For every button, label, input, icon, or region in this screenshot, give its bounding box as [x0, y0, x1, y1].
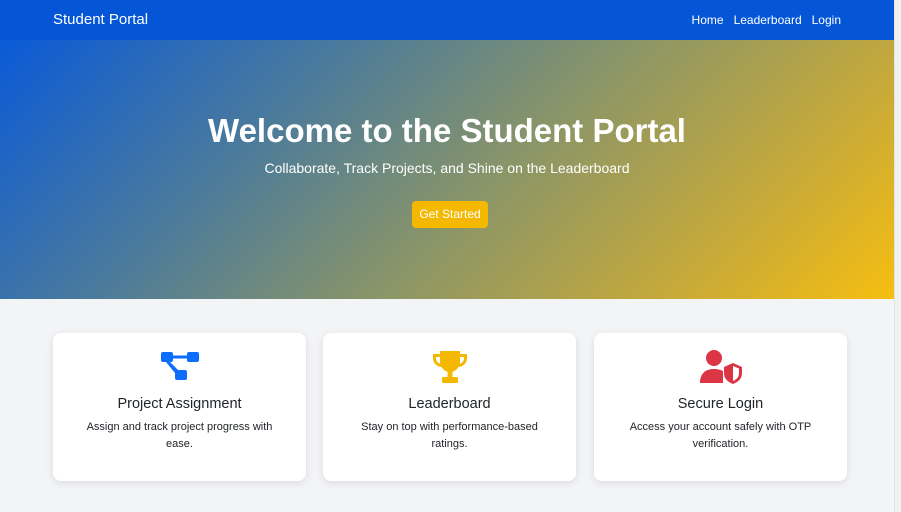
hero-title: Welcome to the Student Portal: [208, 112, 686, 149]
feature-description: Assign and track project progress with e…: [86, 421, 273, 450]
nav-links: Home Leaderboard Login: [692, 13, 841, 27]
feature-title: Project Assignment: [117, 396, 242, 412]
nav-link-home[interactable]: Home: [692, 13, 724, 27]
feature-description: Access your account safely with OTP veri…: [629, 421, 812, 450]
hero-subtitle: Collaborate, Track Projects, and Shine o…: [264, 160, 630, 176]
feature-title: Leaderboard: [408, 396, 491, 412]
scrollbar[interactable]: [894, 0, 901, 512]
navbar: Student Portal Home Leaderboard Login: [0, 0, 894, 40]
nav-link-login[interactable]: Login: [812, 13, 841, 27]
feature-description: Stay on top with performance-based ratin…: [361, 421, 538, 450]
hero-section: Welcome to the Student Portal Collaborat…: [0, 40, 894, 299]
feature-title: Secure Login: [677, 396, 764, 412]
project-diagram-icon: [53, 349, 306, 385]
feature-card-leaderboard: Leaderboard Stay on top with performance…: [323, 333, 576, 481]
feature-card-project-assignment: Project Assignment Assign and track proj…: [53, 333, 306, 481]
user-shield-icon: [594, 349, 847, 385]
brand-link[interactable]: Student Portal: [53, 11, 148, 28]
nav-link-leaderboard[interactable]: Leaderboard: [734, 13, 802, 27]
trophy-icon: [323, 349, 576, 385]
page: Student Portal Home Leaderboard Login We…: [0, 0, 894, 512]
feature-card-secure-login: Secure Login Access your account safely …: [594, 333, 847, 481]
get-started-button[interactable]: Get Started: [412, 201, 488, 228]
